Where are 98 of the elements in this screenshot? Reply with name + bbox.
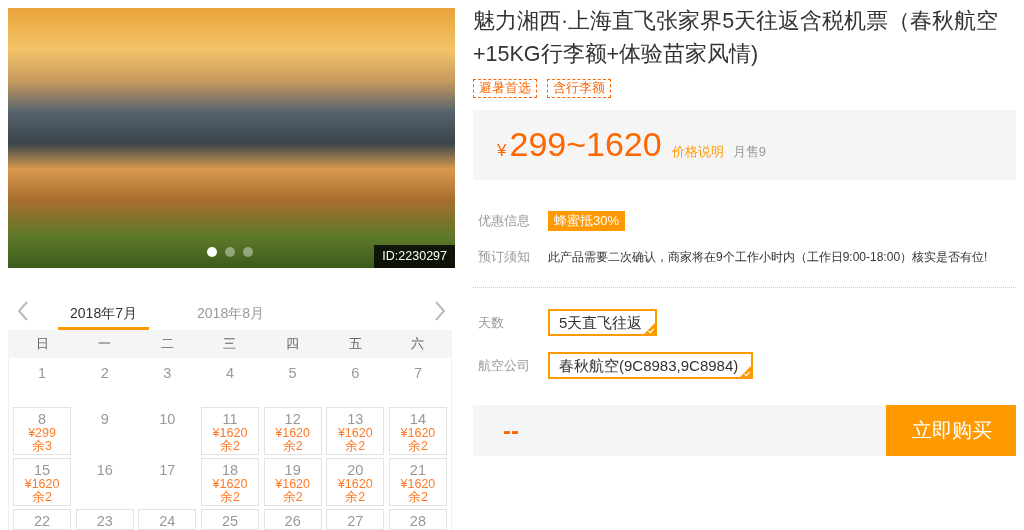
day-price: ¥1620 <box>337 427 373 440</box>
carousel-dot-icon[interactable] <box>225 247 235 257</box>
price-range: 299~1620 <box>509 124 662 164</box>
day-cell[interactable]: 28 <box>388 509 447 530</box>
day-cell[interactable]: 11 ¥1620 余2 <box>200 407 260 455</box>
day-cell[interactable]: 18 ¥1620 余2 <box>200 458 260 506</box>
day-cell[interactable]: 15 ¥1620 余2 <box>13 458 72 506</box>
day-price: ¥1620 <box>400 478 436 491</box>
day-number: 12 <box>284 411 301 427</box>
booking-notice: 此产品需要二次确认，商家将在9个工作小时内（工作日9:00-18:00）核实是否有位! <box>548 249 988 266</box>
option-label: 天数 <box>478 313 504 332</box>
day-number: 25 <box>221 513 239 529</box>
day-cell[interactable]: 25 <box>200 509 260 530</box>
day-number: 27 <box>347 513 364 529</box>
day-number: 6 <box>351 365 360 381</box>
day-number: 22 <box>34 513 51 529</box>
day-price: ¥1620 <box>400 427 436 440</box>
day-cell[interactable]: 23 <box>75 509 134 530</box>
info-label: 预订须知 <box>478 248 530 266</box>
price-note-link[interactable]: 价格说明 <box>671 143 724 161</box>
seats-remaining: 余2 <box>32 491 53 504</box>
day-cell[interactable]: 12 ¥1620 余2 <box>263 407 322 455</box>
day-number: 4 <box>225 365 235 381</box>
weekday-label: 一 <box>98 336 112 352</box>
seats-remaining: 余2 <box>407 440 428 453</box>
info-label: 优惠信息 <box>478 212 530 230</box>
weekday-label: 日 <box>35 336 49 352</box>
monthly-sales: 月售9 <box>732 143 766 161</box>
weekday-label: 三 <box>223 336 237 352</box>
carousel-dot-icon[interactable] <box>243 247 253 257</box>
day-number: 18 <box>221 462 239 478</box>
option-button[interactable]: 春秋航空(9C8983,9C8984) <box>548 352 754 379</box>
day-number: 2 <box>100 365 109 381</box>
weekday-label: 五 <box>348 336 362 352</box>
day-number: 24 <box>159 513 176 529</box>
day-cell[interactable]: 27 <box>326 509 385 530</box>
day-price: ¥299 <box>28 427 56 440</box>
day-cell[interactable]: 22 <box>13 509 72 530</box>
promo-badge: 蜂蜜抵30% <box>548 211 626 231</box>
product-title: 魅力湘西·上海直飞张家界5天往返含税机票（春秋航空+15KG行李额+体验苗家风情) <box>473 8 1000 68</box>
day-price: ¥1620 <box>337 478 373 491</box>
day-price: ¥1620 <box>212 478 248 491</box>
month-tab[interactable]: 2018年8月 <box>185 292 276 330</box>
day-number: 11 <box>222 411 238 427</box>
day-number: 14 <box>409 411 426 427</box>
day-price: ¥1620 <box>24 478 60 491</box>
total-price: -- <box>503 416 519 445</box>
day-number: 26 <box>284 513 301 529</box>
day-number: 16 <box>96 462 113 478</box>
weekday-label: 六 <box>411 336 425 352</box>
day-cell[interactable]: 14 ¥1620 余2 <box>388 407 447 455</box>
option-label: 航空公司 <box>478 356 530 375</box>
day-number: 20 <box>347 462 364 478</box>
feature-tag: 含行李额 <box>547 79 611 98</box>
day-price: ¥1620 <box>275 478 310 491</box>
check-corner-icon <box>644 323 656 334</box>
day-number: 13 <box>347 411 364 427</box>
day-number: 10 <box>159 411 176 427</box>
day-cell[interactable]: 26 <box>263 509 322 530</box>
seats-remaining: 余2 <box>220 440 240 453</box>
currency-symbol: ¥ <box>497 141 507 161</box>
buy-button[interactable]: 立即购买 <box>886 405 1016 456</box>
day-number: 3 <box>163 365 172 381</box>
day-cell[interactable]: 20 ¥1620 余2 <box>326 458 385 506</box>
day-number: 23 <box>96 513 113 529</box>
carousel-dot-icon[interactable] <box>207 247 217 257</box>
seats-remaining: 余2 <box>220 491 240 504</box>
day-cell[interactable]: 19 ¥1620 余2 <box>263 458 322 506</box>
day-number: 9 <box>100 411 109 427</box>
day-number: 5 <box>288 365 297 381</box>
weekday-label: 二 <box>160 336 174 352</box>
option-button[interactable]: 5天直飞往返 <box>548 309 658 336</box>
day-number: 17 <box>159 462 176 478</box>
day-number: 19 <box>284 462 301 478</box>
day-cell[interactable]: 8 ¥299 余3 <box>13 407 72 455</box>
day-price: ¥1620 <box>275 427 310 440</box>
day-cell[interactable]: 24 <box>138 509 197 530</box>
day-number: 8 <box>38 411 47 427</box>
weekday-label: 四 <box>286 336 300 352</box>
day-cell[interactable]: 21 ¥1620 余2 <box>388 458 447 506</box>
day-cell[interactable]: 13 ¥1620 余2 <box>326 407 385 455</box>
day-number: 21 <box>409 462 426 478</box>
day-number: 7 <box>413 365 422 381</box>
day-number: 1 <box>38 365 47 381</box>
chevron-left-icon[interactable] <box>17 301 29 321</box>
day-price: ¥1620 <box>212 427 248 440</box>
seats-remaining: 余2 <box>345 491 366 504</box>
seats-remaining: 余2 <box>345 440 366 453</box>
day-number: 28 <box>409 513 426 529</box>
chevron-right-icon[interactable] <box>434 301 446 321</box>
seats-remaining: 余2 <box>282 440 303 453</box>
feature-tag: 避暑首选 <box>473 79 537 98</box>
seats-remaining: 余2 <box>407 491 428 504</box>
seats-remaining: 余3 <box>32 440 53 453</box>
seats-remaining: 余2 <box>282 491 303 504</box>
photo-id-label: ID:2230297 <box>374 245 455 268</box>
check-corner-icon <box>740 366 752 377</box>
day-number: 15 <box>34 462 51 478</box>
